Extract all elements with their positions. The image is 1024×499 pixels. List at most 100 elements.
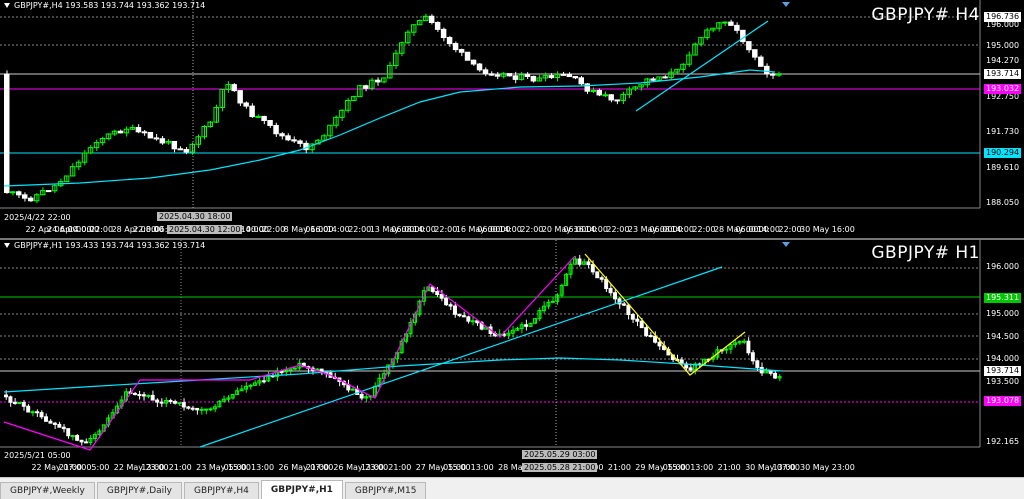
bear-candle bbox=[279, 133, 285, 137]
bear-candle bbox=[470, 59, 477, 65]
collapse-triangle-icon[interactable] bbox=[4, 3, 10, 8]
bull-candle bbox=[350, 388, 355, 391]
collapse-triangle-icon[interactable] bbox=[4, 243, 10, 248]
h1-price-label: 193.500 bbox=[986, 377, 1020, 386]
bear-candle bbox=[650, 78, 656, 81]
bear-candle bbox=[476, 63, 483, 71]
h1-left-time-label: 2025/5/21 05:00 bbox=[4, 451, 71, 460]
bear-candle bbox=[12, 401, 17, 404]
bear-candle bbox=[482, 69, 489, 75]
bear-candle bbox=[578, 77, 585, 85]
h1-time-label: 21:00 bbox=[717, 463, 741, 472]
bear-candle bbox=[560, 73, 567, 76]
h1-time-label: 13:00 bbox=[251, 463, 275, 472]
h1-time-label: 13:00 bbox=[772, 463, 796, 472]
h4-crosshair-time-flag-2: 2025.04.30 12:00 bbox=[167, 225, 243, 234]
bear-candle bbox=[746, 41, 752, 51]
bear-candle bbox=[734, 24, 740, 31]
bull-candle bbox=[590, 89, 596, 92]
bull-candle bbox=[724, 348, 729, 351]
bear-candle bbox=[512, 75, 519, 80]
bear-candle bbox=[8, 396, 13, 403]
h4-price-chart[interactable] bbox=[0, 0, 1024, 238]
bear-candle bbox=[768, 370, 773, 374]
bear-candle bbox=[453, 305, 457, 315]
h4-time-label: 22:00 bbox=[606, 225, 630, 234]
h4-time-label: 22:00 bbox=[133, 225, 157, 234]
h1-ohlc-text: GBPJPY#,H1 193.433 193.744 193.362 193.7… bbox=[14, 241, 206, 250]
tab-gbpjpy-m15[interactable]: GBPJPY#,M15 bbox=[344, 482, 427, 499]
h4-time-label: 22:00 bbox=[692, 225, 716, 234]
bear-candle bbox=[758, 56, 764, 67]
h4-moving-average-line bbox=[3, 69, 776, 187]
bear-candle bbox=[159, 401, 164, 404]
bear-candle bbox=[488, 73, 495, 76]
bear-candle bbox=[657, 341, 662, 347]
h4-price-label: 188.050 bbox=[986, 198, 1020, 207]
bear-candle bbox=[135, 126, 142, 133]
tab-gbpjpy-h4[interactable]: GBPJPY#,H4 bbox=[183, 482, 259, 499]
bull-candle bbox=[199, 408, 204, 411]
h4-price-label: 189.610 bbox=[986, 163, 1020, 172]
bear-candle bbox=[171, 140, 178, 150]
bear-candle bbox=[359, 393, 364, 399]
h4-time-label: 06:00 bbox=[563, 225, 587, 234]
bull-candle bbox=[292, 367, 297, 370]
h1-time-label: 21:00 bbox=[607, 463, 631, 472]
h4-price-label: 191.730 bbox=[986, 127, 1020, 136]
h1-time-label: 13:00 bbox=[470, 463, 494, 472]
bear-candle bbox=[79, 439, 84, 443]
h1-zigzag-line bbox=[3, 255, 576, 451]
h1-time-label: 21:00 bbox=[168, 463, 192, 472]
bear-candle bbox=[172, 401, 177, 404]
h1-crosshair-time-flag-2: 2025.05.28 21:00 bbox=[522, 463, 598, 472]
h4-time-label: 22:00 bbox=[520, 225, 544, 234]
bear-candle bbox=[444, 297, 449, 306]
h4-time-label: 22:00 bbox=[90, 225, 114, 234]
tab-gbpjpy-daily[interactable]: GBPJPY#,Daily bbox=[96, 482, 182, 499]
h4-chart-title: GBPJPY# H4 bbox=[871, 5, 980, 25]
bear-candle bbox=[458, 49, 465, 53]
tab-gbpjpy-h1[interactable]: GBPJPY#,H1 bbox=[260, 480, 343, 499]
bear-candle bbox=[435, 290, 440, 296]
h1-time-label: 05:00 bbox=[223, 463, 247, 472]
bear-candle bbox=[626, 304, 631, 316]
h4-crosshair-time-flag: 2025.04.30 18:00 bbox=[157, 212, 233, 221]
bear-candle bbox=[764, 65, 770, 75]
chart-tab-bar: GBPJPY#,Weekly GBPJPY#,Daily GBPJPY#,H4 GBP… bbox=[0, 477, 1024, 499]
bear-candle bbox=[243, 102, 249, 107]
bull-candle bbox=[741, 340, 746, 343]
h1-price-chart[interactable] bbox=[0, 240, 1024, 477]
bear-candle bbox=[596, 89, 602, 96]
bear-candle bbox=[150, 394, 155, 401]
h4-time-label: 06:00 bbox=[391, 225, 415, 234]
bear-candle bbox=[599, 277, 604, 280]
bear-candle bbox=[530, 75, 537, 82]
bear-candle bbox=[159, 138, 166, 144]
bear-candle bbox=[363, 85, 369, 89]
bull-candle bbox=[146, 394, 151, 397]
h1-price-label: 194.000 bbox=[986, 354, 1020, 363]
h1-chart-window[interactable]: GBPJPY#,H1 193.433 193.744 193.362 193.7… bbox=[0, 240, 1024, 477]
h1-trend-line bbox=[199, 266, 723, 448]
tab-gbpjpy-weekly[interactable]: GBPJPY#,Weekly bbox=[0, 482, 95, 499]
h4-time-label: 06:00 bbox=[305, 225, 329, 234]
bear-candle bbox=[653, 335, 658, 343]
h4-time-label: 14:00 bbox=[670, 225, 694, 234]
bear-candle bbox=[15, 191, 22, 196]
h1-time-label: 05:00 bbox=[86, 463, 110, 472]
bull-candle bbox=[9, 191, 16, 194]
bear-candle bbox=[466, 316, 471, 322]
h4-time-label: 14:00 bbox=[756, 225, 781, 234]
bear-candle bbox=[662, 76, 668, 79]
period-separator-marker-icon bbox=[782, 242, 790, 247]
bear-candle bbox=[75, 435, 80, 441]
h4-cyan-line-tag: 190.294 bbox=[984, 148, 1022, 158]
bear-candle bbox=[61, 426, 66, 430]
bear-candle bbox=[752, 49, 758, 58]
bear-candle bbox=[770, 73, 776, 76]
bear-candle bbox=[577, 258, 582, 265]
h4-chart-window[interactable]: GBPJPY#,H4 193.583 193.744 193.362 193.7… bbox=[0, 0, 1024, 238]
bear-candle bbox=[572, 76, 579, 79]
bear-candle bbox=[237, 90, 243, 104]
